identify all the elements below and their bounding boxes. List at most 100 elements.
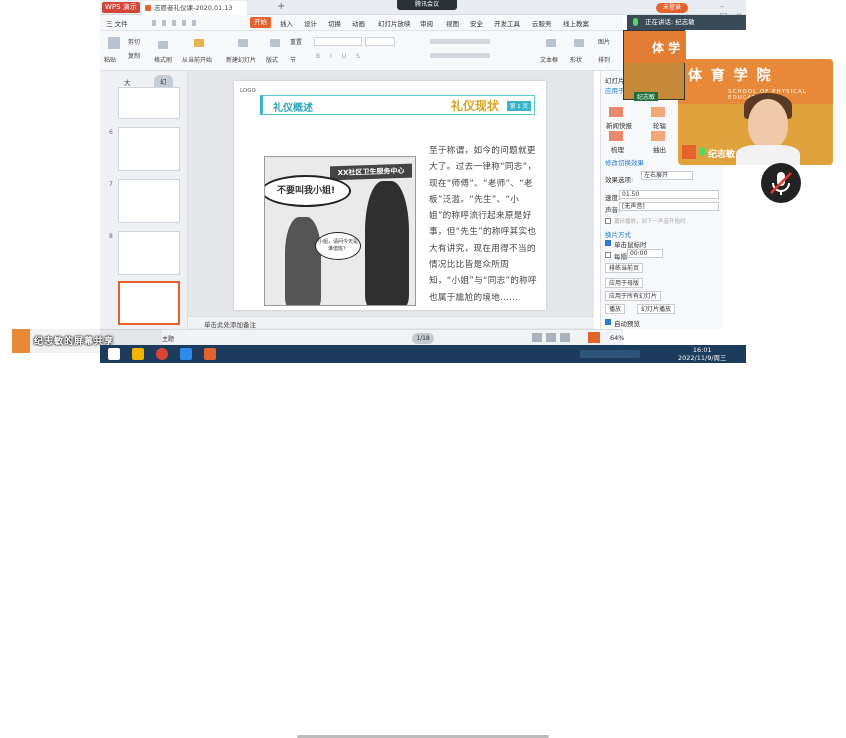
- normal-view-icon[interactable]: [532, 333, 542, 342]
- meeting-indicator[interactable]: 腾讯会议: [397, 0, 457, 10]
- undo-icon[interactable]: [182, 20, 186, 26]
- wps-taskbar-icon[interactable]: [204, 348, 216, 360]
- effect-news-icon[interactable]: [609, 107, 623, 117]
- menu-view[interactable]: 视图: [446, 18, 459, 28]
- slide-thumbnail[interactable]: [118, 231, 180, 275]
- cartoon-illustration: XX社区卫生服务中心 不要叫我小姐! 小姐，请问今天是谁值班？: [264, 156, 416, 306]
- system-tray-icons[interactable]: [580, 350, 640, 358]
- reading-view-icon[interactable]: [560, 333, 570, 342]
- menu-slideshow[interactable]: 幻灯片放映: [378, 18, 411, 28]
- apply-all-button[interactable]: 应用于所有幻灯片: [605, 291, 662, 301]
- new-tab-button[interactable]: +: [277, 1, 285, 12]
- print-icon[interactable]: [172, 20, 176, 26]
- layout-button[interactable]: 版式: [266, 55, 278, 64]
- new-slide-icon[interactable]: [238, 39, 248, 47]
- self-video-tile[interactable]: 体 学 纪志敏: [623, 30, 686, 101]
- auto-preview-checkbox[interactable]: [605, 319, 611, 325]
- page-indicator[interactable]: 1/18: [412, 333, 434, 344]
- apply-to-label: 应用于所选幻灯片: [605, 87, 625, 95]
- presentation-icon: [145, 5, 151, 11]
- picture-button[interactable]: 图片: [598, 37, 610, 46]
- paste-button[interactable]: 粘贴: [104, 55, 116, 64]
- notes-pane[interactable]: 单击此处添加备注: [188, 316, 594, 329]
- auto-preview-label: 自动预览: [614, 320, 640, 328]
- clinic-sign: XX社区卫生服务中心: [330, 163, 412, 181]
- document-tab[interactable]: 志愿者礼仪课-2020.01.13: [142, 1, 247, 15]
- paragraph-tools[interactable]: [430, 39, 490, 44]
- menu-cloud[interactable]: 云服务: [532, 18, 552, 28]
- copy-button[interactable]: 复制: [128, 51, 140, 60]
- effect-pull[interactable]: 抽出: [653, 144, 666, 154]
- explorer-icon[interactable]: [132, 348, 144, 360]
- section-button[interactable]: 节: [290, 55, 296, 64]
- slide-thumbnail-pane: 大纲 幻灯片 6 7 8: [100, 71, 188, 329]
- effect-comb-icon[interactable]: [609, 131, 623, 141]
- arrange-button[interactable]: 排列: [598, 55, 610, 64]
- effect-news[interactable]: 新闻快报: [606, 120, 632, 130]
- chrome-icon[interactable]: [156, 348, 168, 360]
- shape-icon[interactable]: [574, 39, 584, 47]
- format-painter-button[interactable]: 格式刷: [154, 55, 172, 64]
- text-box-icon[interactable]: [546, 39, 556, 47]
- menu-animation[interactable]: 动画: [352, 18, 365, 28]
- wps-app-menu[interactable]: WPS 演示: [102, 2, 140, 13]
- paste-icon[interactable]: [108, 37, 120, 49]
- taskbar-clock[interactable]: 16:01 2022/11/9/周三: [678, 346, 727, 362]
- auto-advance-time[interactable]: 00:00: [627, 249, 663, 258]
- menu-security[interactable]: 安全: [470, 18, 483, 28]
- effect-pull-icon[interactable]: [651, 131, 665, 141]
- mic-muted-icon[interactable]: [761, 163, 801, 203]
- login-button[interactable]: 未登录: [656, 3, 688, 13]
- menu-design[interactable]: 设计: [304, 18, 317, 28]
- ribbon-toolbar: 粘贴 剪切 复制 格式刷 从当前开始 新建幻灯片 版式 节 重置 B I U S…: [100, 31, 623, 71]
- menu-start[interactable]: 开始: [250, 17, 271, 28]
- slide-thumbnail-selected[interactable]: [118, 281, 180, 325]
- redo-icon[interactable]: [192, 20, 196, 26]
- save-icon[interactable]: [162, 20, 166, 26]
- menu-developer[interactable]: 开发工具: [494, 18, 520, 28]
- slide-sorter-icon[interactable]: [546, 333, 556, 342]
- from-current-button[interactable]: 从当前开始: [182, 55, 212, 64]
- text-box-button[interactable]: 文本框: [540, 55, 558, 64]
- font-style-buttons[interactable]: B I U S: [316, 53, 364, 60]
- menu-insert[interactable]: 插入: [280, 18, 293, 28]
- slide-editing-canvas[interactable]: LOGO 礼仪概述 礼仪现状 第 1 页 XX社区卫生服务中心 不要叫我小姐! …: [188, 71, 594, 329]
- effect-comb[interactable]: 梳理: [611, 144, 624, 154]
- meeting-app-icon[interactable]: [180, 348, 192, 360]
- font-size-field[interactable]: [365, 37, 395, 46]
- font-name-field[interactable]: [314, 37, 362, 46]
- new-slide-button[interactable]: 新建幻灯片: [226, 55, 256, 64]
- menu-transition[interactable]: 切换: [328, 18, 341, 28]
- on-click-label: 单击鼠标时: [614, 241, 647, 249]
- play-slideshow-icon[interactable]: [588, 332, 600, 343]
- play-button[interactable]: 播放: [605, 304, 626, 314]
- layout-icon[interactable]: [270, 39, 280, 47]
- rehearse-button[interactable]: 排练当前页: [605, 263, 644, 273]
- effect-wheel-icon[interactable]: [651, 107, 665, 117]
- menu-online-lesson[interactable]: 线上教案: [563, 18, 589, 28]
- slide-thumbnail[interactable]: [118, 179, 180, 223]
- reset-button[interactable]: 重置: [290, 37, 302, 46]
- effect-wheel[interactable]: 轮辐: [653, 120, 666, 130]
- menu-review[interactable]: 审阅: [420, 18, 433, 28]
- slide-thumbnail[interactable]: [118, 127, 180, 171]
- alignment-tools[interactable]: [430, 53, 490, 58]
- shape-button[interactable]: 形状: [570, 55, 582, 64]
- on-click-checkbox[interactable]: [605, 240, 611, 246]
- slide-thumbnail[interactable]: [118, 87, 180, 119]
- format-painter-icon[interactable]: [158, 41, 168, 49]
- start-icon[interactable]: [108, 348, 120, 360]
- slideshow-button[interactable]: 幻灯片播放: [637, 304, 676, 314]
- loop-sound-checkbox[interactable]: [605, 218, 611, 224]
- effect-options-select[interactable]: 左右展开: [641, 171, 693, 180]
- auto-advance-checkbox[interactable]: [605, 252, 611, 258]
- slide[interactable]: LOGO 礼仪概述 礼仪现状 第 1 页 XX社区卫生服务中心 不要叫我小姐! …: [234, 81, 546, 310]
- open-icon[interactable]: [152, 20, 156, 26]
- speaker-video[interactable]: 体 育 学 院 SCHOOL OF PHYSICAL EDUCATI 纪志敏: [678, 59, 833, 165]
- cut-button[interactable]: 剪切: [128, 37, 140, 46]
- sound-select[interactable]: [无声音]: [619, 202, 719, 211]
- speed-input[interactable]: 01.50: [619, 190, 719, 199]
- apply-master-button[interactable]: 应用于母版: [605, 278, 644, 288]
- play-from-current-icon[interactable]: [194, 39, 204, 47]
- file-menu[interactable]: 三 文件: [106, 18, 128, 28]
